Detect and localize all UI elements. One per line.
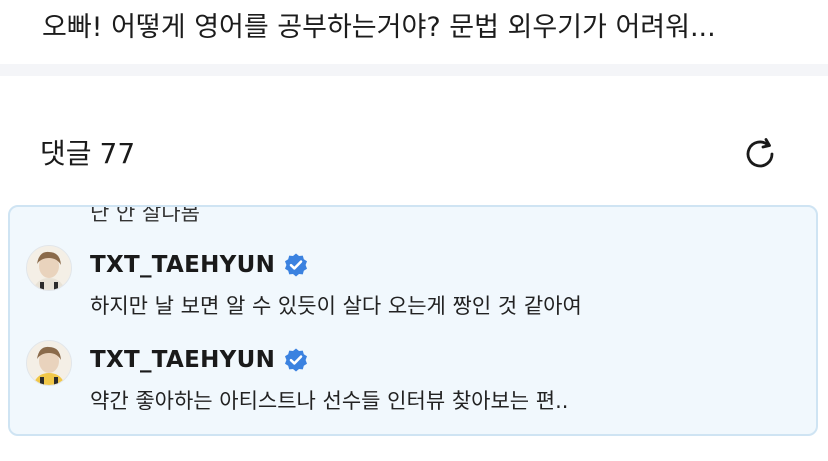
creator-reply-thread: 난 안 살다봄 TXT_TAEHYUN 하지만 날 보면 알 수 있듯이 살다 … — [8, 205, 818, 436]
author-name[interactable]: TXT_TAEHYUN — [90, 347, 275, 373]
avatar[interactable] — [26, 245, 72, 291]
refresh-icon — [746, 138, 774, 168]
comments-header: 댓글 77 — [40, 132, 788, 176]
author-row: TXT_TAEHYUN — [90, 342, 309, 378]
avatar-image — [27, 246, 71, 290]
comments-count: 77 — [99, 137, 136, 170]
comments-title: 댓글 77 — [40, 132, 135, 176]
avatar-image — [27, 341, 71, 385]
author-name[interactable]: TXT_TAEHYUN — [90, 252, 275, 278]
verified-badge-icon — [285, 348, 308, 372]
section-divider — [0, 64, 828, 76]
avatar[interactable] — [26, 340, 72, 386]
post-title[interactable]: 오빠! 어떻게 영어를 공부하는거야? 문법 외우기가 어려워... — [42, 8, 812, 48]
clipped-reply-text: 난 안 살다봄 — [90, 205, 200, 225]
reply-text: 하지만 날 보면 알 수 있듯이 살다 오는게 짱인 것 같아여 — [90, 294, 582, 318]
comment-screen: 오빠! 어떻게 영어를 공부하는거야? 문법 외우기가 어려워... 댓글 77 … — [0, 0, 828, 461]
author-row: TXT_TAEHYUN — [90, 247, 309, 283]
verified-badge-icon — [285, 253, 308, 277]
reply-text: 약간 좋아하는 아티스트나 선수들 인터뷰 찾아보는 편.. — [90, 389, 569, 413]
refresh-button[interactable] — [740, 134, 780, 174]
comments-label: 댓글 — [40, 137, 92, 170]
